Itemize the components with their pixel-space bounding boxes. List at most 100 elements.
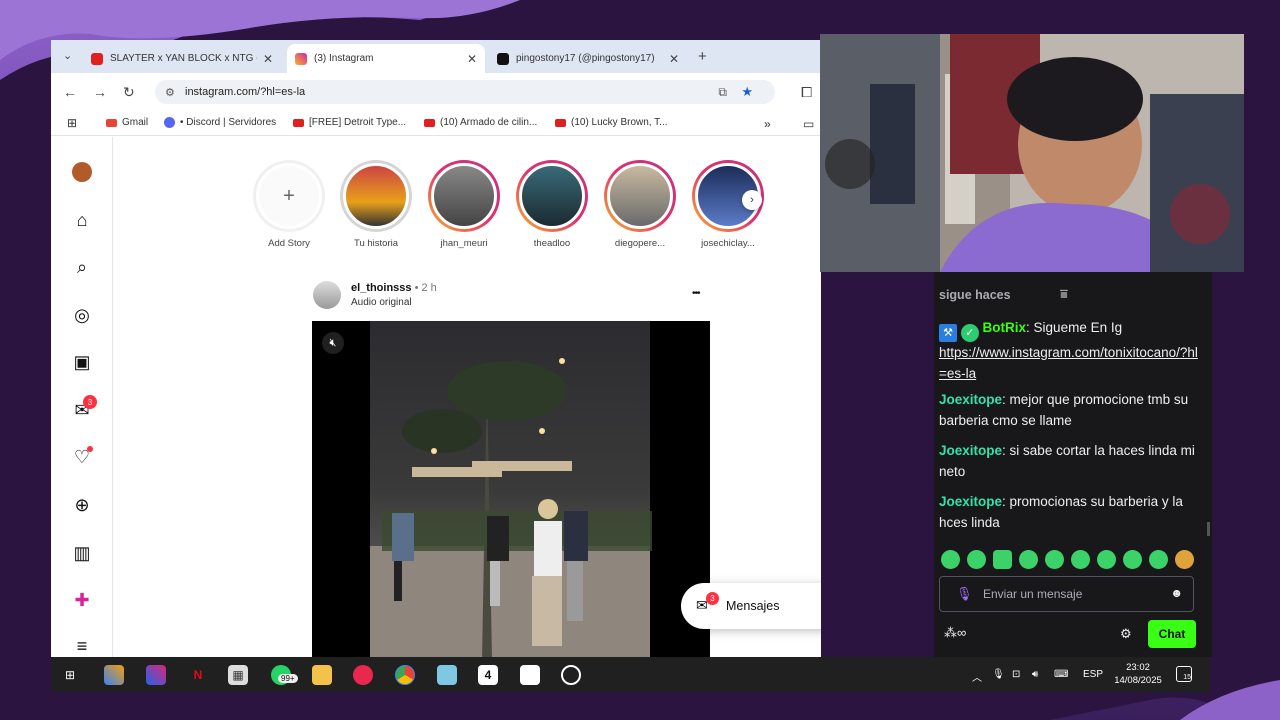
- copilot-icon[interactable]: [104, 665, 124, 685]
- copilot-pro-icon[interactable]: [146, 665, 166, 685]
- windows-start-icon[interactable]: ⊞: [60, 665, 80, 685]
- story-item[interactable]: jhan_meuri: [427, 160, 501, 249]
- terminal-icon[interactable]: ▦: [228, 665, 248, 685]
- bookmark-detroit[interactable]: [FREE] Detroit Type...: [293, 117, 406, 128]
- media-player-icon[interactable]: [353, 665, 373, 685]
- chat-pause-icon[interactable]: ⩸: [1060, 286, 1068, 302]
- chrome-icon[interactable]: [395, 665, 415, 685]
- keyboard-icon[interactable]: ⌨: [1054, 669, 1068, 680]
- emote-icon[interactable]: [1045, 550, 1064, 569]
- reload-icon[interactable]: ↻: [123, 84, 135, 101]
- tab-instagram[interactable]: (3) Instagram ✕: [287, 44, 485, 73]
- emote-picker-icon[interactable]: ☻: [1170, 586, 1183, 600]
- install-icon[interactable]: ⧉: [718, 85, 727, 100]
- obs-icon[interactable]: [561, 665, 581, 685]
- notepad-icon[interactable]: [520, 665, 540, 685]
- tray-expand-icon[interactable]: ︿: [972, 669, 982, 684]
- chat-username[interactable]: Joexitope: [939, 494, 1002, 509]
- network-icon[interactable]: ⊡: [1012, 669, 1020, 680]
- emote-icon[interactable]: [1097, 550, 1116, 569]
- post-header: el_thoinsss • 2 h: [351, 282, 437, 294]
- microphone-icon[interactable]: 🎙︎: [956, 586, 973, 602]
- profile-avatar[interactable]: [71, 161, 93, 183]
- notifications-icon[interactable]: 15: [1176, 666, 1192, 682]
- tab-bar: ⌄ SLAYTER x YAN BLOCK x NTG - ✕ (3) Inst…: [51, 40, 821, 73]
- folder-icon[interactable]: ▭: [803, 117, 814, 131]
- app-icon[interactable]: [437, 665, 457, 685]
- webcam-overlay: [820, 34, 1244, 272]
- forward-icon[interactable]: →: [93, 84, 107, 100]
- volume-icon[interactable]: 🔊︎: [1032, 669, 1038, 680]
- ai-studio-icon[interactable]: ✚: [71, 589, 93, 611]
- close-icon[interactable]: ✕: [669, 52, 679, 66]
- story-item[interactable]: diegopere...: [603, 160, 677, 249]
- emote-icon[interactable]: [1019, 550, 1038, 569]
- explore-icon[interactable]: ◎: [71, 304, 93, 326]
- tab-search-icon[interactable]: ⌄: [63, 49, 72, 62]
- more-options-icon[interactable]: •••: [692, 288, 700, 299]
- menu-icon[interactable]: ≡: [71, 635, 93, 657]
- search-icon[interactable]: ⌕: [71, 256, 93, 278]
- more-bookmarks-icon[interactable]: »: [764, 117, 771, 131]
- chat-input[interactable]: 🎙︎ Enviar un mensaje ☻: [939, 576, 1194, 612]
- discord-icon: [164, 117, 175, 128]
- netflix-icon[interactable]: N: [188, 665, 208, 685]
- emote-icon[interactable]: [1071, 550, 1090, 569]
- whatsapp-icon[interactable]: 99+: [271, 665, 298, 685]
- close-icon[interactable]: ✕: [263, 52, 273, 66]
- apps-icon[interactable]: ⊞: [67, 116, 77, 130]
- file-explorer-icon[interactable]: [312, 665, 332, 685]
- mute-icon[interactable]: 🔇︎: [322, 332, 344, 354]
- emote-icon[interactable]: [993, 550, 1012, 569]
- whatsapp-badge: 99+: [278, 674, 298, 683]
- extensions-icon[interactable]: ⧠: [801, 84, 812, 101]
- messages-button[interactable]: ✉ 3 Mensajes: [681, 583, 821, 629]
- clock[interactable]: 23:02 14/08/2025: [1110, 661, 1166, 687]
- story-item[interactable]: theadloo: [515, 160, 589, 249]
- chat-link[interactable]: https://www.instagram.com/tonixitocano/?…: [939, 345, 1198, 381]
- home-icon[interactable]: ⌂: [71, 209, 93, 231]
- chat-username[interactable]: Joexitope: [939, 443, 1002, 458]
- site-info-icon[interactable]: ⚙: [165, 86, 175, 99]
- post-video[interactable]: 🔇︎: [312, 321, 710, 657]
- emote-icon[interactable]: [967, 550, 986, 569]
- reels-icon[interactable]: ▣: [71, 351, 93, 373]
- bookmark-lucky[interactable]: (10) Lucky Brown, T...: [555, 117, 668, 128]
- chat-send-button[interactable]: Chat: [1148, 620, 1196, 648]
- emote-icon[interactable]: [1123, 550, 1142, 569]
- chat-username[interactable]: BotRix: [983, 320, 1027, 335]
- stories-next-icon[interactable]: ›: [742, 190, 762, 210]
- bookmark-discord[interactable]: • Discord | Servidores: [164, 117, 276, 128]
- address-bar[interactable]: ⚙ instagram.com/?hl=es-la ⧉ ★: [155, 80, 775, 104]
- language-indicator[interactable]: ESP: [1083, 669, 1103, 680]
- youtube-icon: [424, 118, 435, 127]
- messenger-icon[interactable]: ✉ 3: [71, 395, 97, 421]
- emote-icon[interactable]: [1175, 550, 1194, 569]
- instagram-sidebar: ⌂ ⌕ ◎ ▣ ✉ 3 ♡ ⊕ ▥ ✚ ≡: [51, 137, 113, 657]
- post-audio[interactable]: Audio original: [351, 297, 412, 308]
- bits-icon[interactable]: ⁂∞: [944, 625, 966, 641]
- new-tab-icon[interactable]: +: [698, 48, 707, 65]
- microphone-tray-icon[interactable]: 🎙︎: [992, 669, 1005, 680]
- create-icon[interactable]: ⊕: [71, 494, 93, 516]
- post-username[interactable]: el_thoinsss: [351, 282, 412, 294]
- heart-icon[interactable]: ♡: [71, 446, 93, 468]
- bookmark-gmail[interactable]: Gmail: [106, 117, 148, 128]
- post-avatar[interactable]: [313, 281, 341, 309]
- tab-tiktok[interactable]: pingostony17 (@pingostony17) ✕: [489, 44, 687, 73]
- emote-icon[interactable]: [1149, 550, 1168, 569]
- story-own[interactable]: Tu historia: [339, 160, 413, 249]
- tab-title: (3) Instagram: [314, 53, 374, 64]
- tab-youtube[interactable]: SLAYTER x YAN BLOCK x NTG - ✕: [83, 44, 281, 73]
- close-icon[interactable]: ✕: [467, 52, 477, 66]
- bookmark-armado[interactable]: (10) Armado de cilin...: [424, 117, 537, 128]
- dashboard-icon[interactable]: ▥: [71, 542, 93, 564]
- bookmark-star-icon[interactable]: ★: [741, 84, 753, 100]
- chat-username[interactable]: Joexitope: [939, 392, 1002, 407]
- emote-icon[interactable]: [941, 550, 960, 569]
- chat-scrollbar[interactable]: [1207, 522, 1210, 536]
- app-4-icon[interactable]: 4: [478, 665, 498, 685]
- story-add[interactable]: + Add Story: [252, 160, 326, 249]
- back-icon[interactable]: ←: [63, 84, 77, 100]
- settings-gear-icon[interactable]: ⚙: [1120, 626, 1132, 642]
